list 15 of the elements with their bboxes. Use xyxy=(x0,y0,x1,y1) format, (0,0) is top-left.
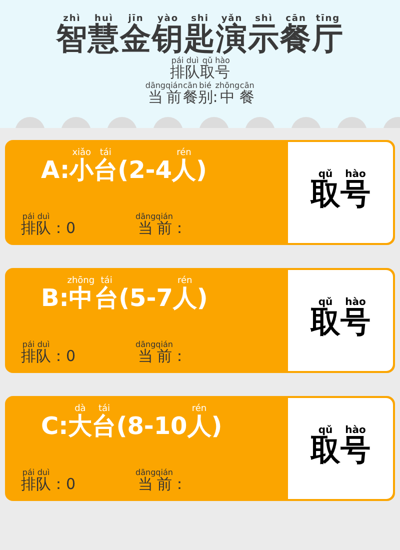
current-number: 当 dāng 前 qián ： xyxy=(136,468,187,494)
restaurant-title: 智 zhì 慧 huì 金 jīn 钥 yào 匙 shi 演 yǎn 示 shì 餐 cān 厅 tīng xyxy=(54,14,345,56)
take-number-button[interactable]: 取 qǔ 号 hào xyxy=(288,398,393,499)
table-type-label: C:大 dà 台 tái (8-10人 rén ) xyxy=(40,404,224,442)
current-number: 当 dāng 前 qián ： xyxy=(136,340,187,366)
queue-count: 排 pái 队 duì ：0 xyxy=(21,212,76,238)
queue-count: 排 pái 队 duì ：0 xyxy=(21,340,76,366)
take-number-button[interactable]: 取 qǔ 号 hào xyxy=(288,142,393,243)
current-number: 当 dāng 前 qián ： xyxy=(136,212,187,238)
meal-type-label: 当 dāng 前 qián 餐 cān 别 bié :中 zhōng 餐 cān xyxy=(144,81,256,107)
take-number-button[interactable]: 取 qǔ 号 hào xyxy=(288,270,393,371)
table-type-label: A:小 xiǎo 台 tái (2-4人 rén ) xyxy=(40,148,208,186)
queue-count: 排 pái 队 duì ：0 xyxy=(21,468,76,494)
page-subtitle: 排 pái 队 duì 取 qǔ 号 hào xyxy=(169,56,231,82)
table-type-label: B:中 zhōng 台 tái (5-7人 rén ) xyxy=(40,276,209,314)
